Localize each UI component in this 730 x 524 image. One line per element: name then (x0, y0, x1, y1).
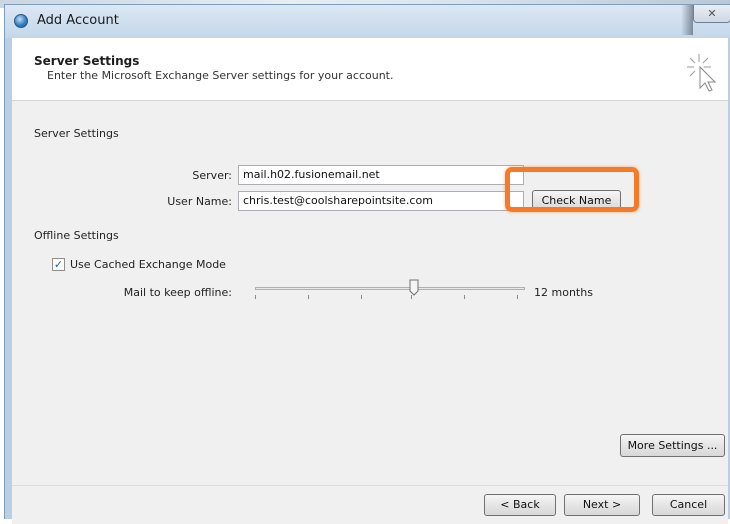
mail-keep-value: 12 months (534, 286, 593, 299)
more-settings-button[interactable]: More Settings ... (620, 434, 725, 457)
title-bar-shadow (681, 5, 693, 35)
slider-tick (361, 295, 362, 299)
cached-mode-label[interactable]: Use Cached Exchange Mode (70, 258, 226, 271)
header-title: Server Settings (34, 54, 140, 68)
server-input[interactable]: mail.h02.fusionemail.net (238, 165, 524, 185)
offline-settings-heading: Offline Settings (34, 229, 119, 242)
cached-mode-checkbox[interactable]: ✓ (52, 258, 65, 271)
wizard-content: Server Settings Server: mail.h02.fusione… (12, 101, 728, 524)
slider-tick (517, 295, 518, 299)
close-button[interactable]: ✕ (693, 5, 730, 23)
highlight-annotation (505, 167, 639, 212)
slider-tick (464, 295, 465, 299)
mail-keep-slider-thumb[interactable] (409, 279, 419, 296)
server-label: Server: (192, 169, 232, 182)
mail-keep-slider-track[interactable] (255, 287, 525, 290)
footer-divider (12, 485, 728, 486)
back-button[interactable]: < Back (484, 494, 556, 516)
title-bar[interactable]: Add Account ✕ (5, 5, 730, 38)
username-input[interactable]: chris.test@coolsharepointsite.com (238, 191, 524, 211)
outlook-account-icon (14, 14, 28, 28)
username-label: User Name: (167, 195, 232, 208)
mail-keep-label: Mail to keep offline: (123, 286, 232, 299)
header-subtitle: Enter the Microsoft Exchange Server sett… (47, 69, 394, 82)
add-account-dialog: Add Account ✕ Server Settings Enter the … (4, 4, 730, 524)
slider-tick (255, 295, 256, 299)
cancel-button[interactable]: Cancel (652, 494, 725, 516)
next-button[interactable]: Next > (564, 494, 640, 516)
dialog-client-area: Server Settings Enter the Microsoft Exch… (12, 38, 728, 524)
wizard-header: Server Settings Enter the Microsoft Exch… (12, 38, 728, 101)
server-settings-heading: Server Settings (34, 127, 119, 140)
window-title: Add Account (37, 13, 119, 28)
slider-tick (308, 295, 309, 299)
cursor-sparkle-icon (687, 54, 717, 92)
